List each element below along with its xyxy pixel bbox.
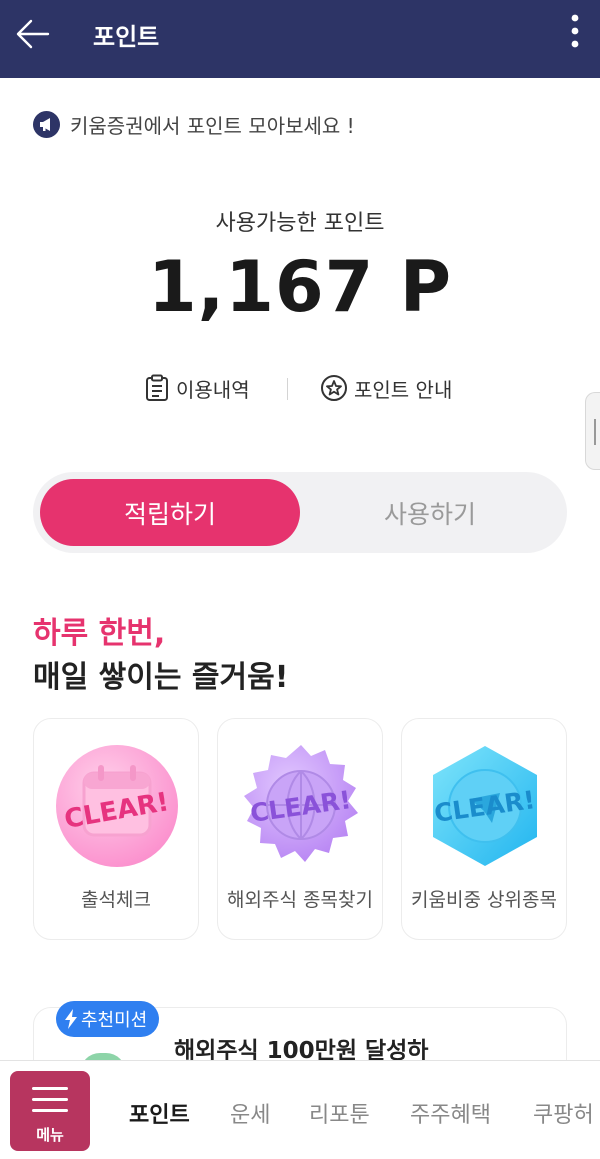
promo-headline: 하루 한번, bbox=[33, 616, 166, 651]
megaphone-icon bbox=[33, 110, 60, 138]
more-vertical-icon[interactable] bbox=[562, 12, 588, 52]
recommended-mission-badge: 추천미션 bbox=[56, 1001, 160, 1037]
page-title: 포인트 bbox=[93, 23, 160, 51]
calendar-badge-icon: CLEAR! bbox=[56, 745, 178, 867]
earn-use-toggle: 적립하기 사용하기 bbox=[33, 472, 567, 553]
menu-button[interactable]: 메뉴 bbox=[10, 1071, 90, 1151]
history-link-label: 이용내역 bbox=[176, 377, 250, 402]
points-guide-link[interactable]: 포인트 안내 bbox=[320, 370, 452, 406]
bottom-nav: 메뉴 포인트 운세 리포툰 주주혜택 쿠팡허 bbox=[0, 1060, 600, 1159]
nav-item-reporttoon[interactable]: 리포툰 bbox=[309, 1097, 370, 1129]
nav-item-points[interactable]: 포인트 bbox=[129, 1097, 190, 1129]
notice-text: 키움증권에서 포인트 모아보세요 ! bbox=[70, 113, 355, 138]
app-header: 포인트 bbox=[0, 0, 600, 78]
top-holdings-card[interactable]: CLEAR! 키움비중 상위종목 bbox=[401, 718, 567, 940]
points-balance: 1,167 P bbox=[147, 246, 453, 328]
nav-item-shareholder-benefits[interactable]: 주주혜택 bbox=[410, 1097, 491, 1129]
arrow-left-icon[interactable] bbox=[14, 14, 54, 54]
history-link[interactable]: 이용내역 bbox=[144, 370, 250, 406]
attendance-check-card[interactable]: CLEAR! 출석체크 bbox=[33, 718, 199, 940]
nav-item-fortune[interactable]: 운세 bbox=[230, 1097, 270, 1129]
card-label: 출석체크 bbox=[81, 889, 151, 911]
star-circle-icon bbox=[321, 375, 347, 401]
points-guide-label: 포인트 안내 bbox=[354, 377, 453, 402]
links-divider bbox=[287, 378, 288, 400]
card-label: 키움비중 상위종목 bbox=[411, 889, 557, 911]
hamburger-icon bbox=[32, 1087, 68, 1120]
promo-subheadline: 매일 쌓이는 즐거움! bbox=[33, 660, 289, 695]
overseas-stock-search-card[interactable]: CLEAR! 해외주식 종목찾기 bbox=[217, 718, 383, 940]
notice-banner[interactable]: 키움증권에서 포인트 모아보세요 ! bbox=[33, 109, 355, 139]
hexagon-badge-icon: CLEAR! bbox=[432, 746, 537, 866]
available-points-label: 사용가능한 포인트 bbox=[215, 211, 385, 236]
nav-item-coupang[interactable]: 쿠팡허 bbox=[533, 1097, 594, 1129]
clipboard-icon bbox=[146, 374, 168, 401]
lightning-icon bbox=[65, 1009, 77, 1029]
tab-earn[interactable]: 적립하기 bbox=[40, 479, 300, 546]
side-drawer-handle[interactable] bbox=[585, 392, 600, 470]
mission-badge-label: 추천미션 bbox=[81, 1010, 148, 1031]
tab-use[interactable]: 사용하기 bbox=[300, 479, 560, 546]
menu-label: 메뉴 bbox=[36, 1126, 64, 1144]
points-links: 이용내역 포인트 안내 bbox=[0, 370, 600, 406]
globe-badge-icon: CLEAR! bbox=[244, 745, 358, 862]
card-label: 해외주식 종목찾기 bbox=[227, 889, 373, 911]
